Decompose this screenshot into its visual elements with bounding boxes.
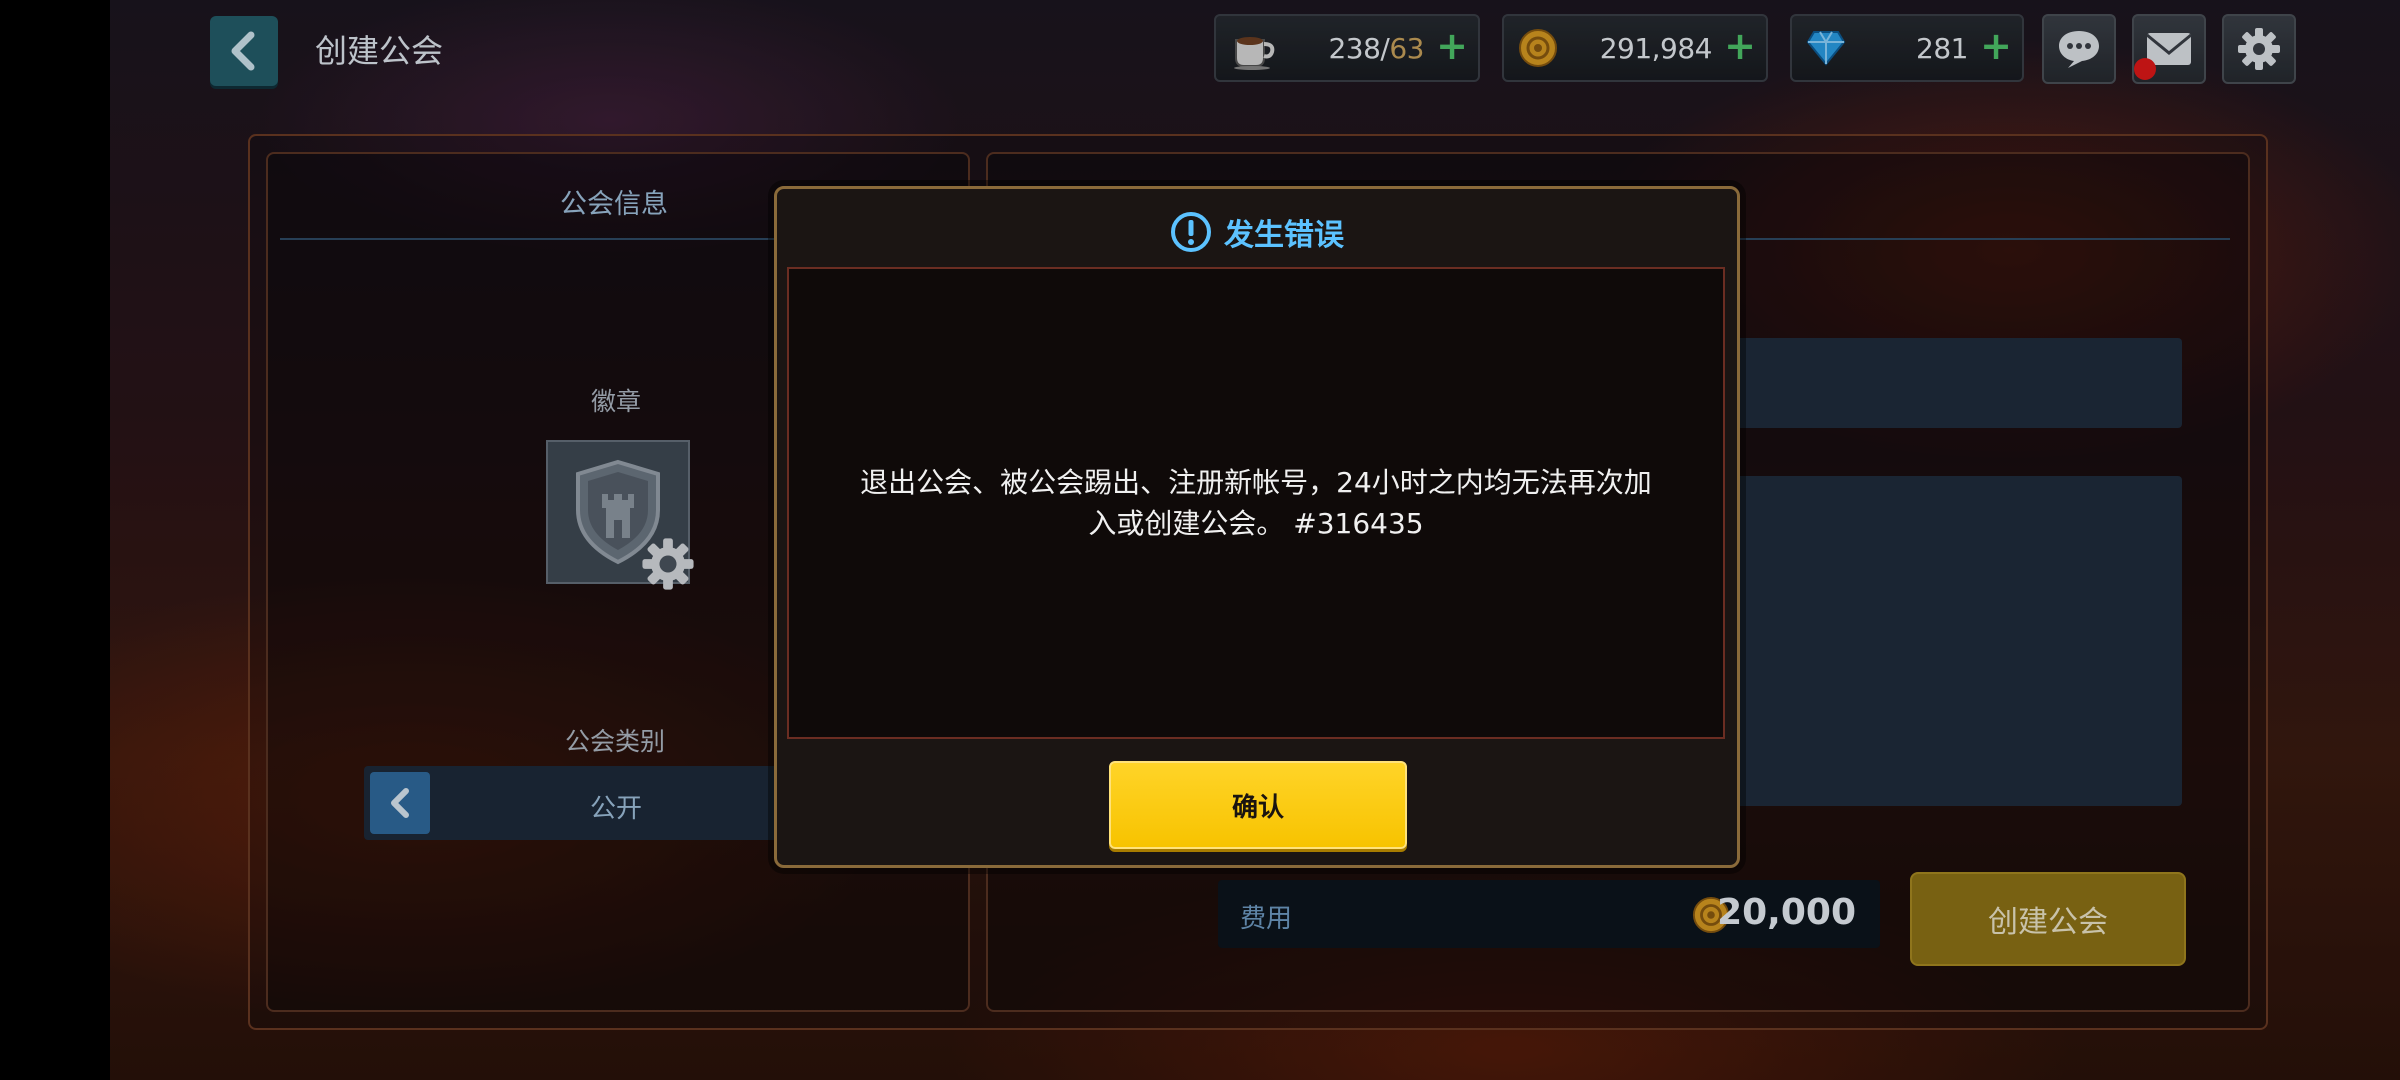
dialog-body: 退出公会、被公会踢出、注册新帐号，24小时之内均无法再次加入或创建公会。 #31… — [787, 267, 1725, 739]
dialog-title: 发生错误 — [1224, 218, 1344, 253]
alert-icon — [1171, 212, 1211, 252]
dialog-message: 退出公会、被公会踢出、注册新帐号，24小时之内均无法再次加入或创建公会。 #31… — [860, 466, 1652, 540]
confirm-button[interactable]: 确认 — [1109, 761, 1407, 849]
error-dialog: 发生错误 退出公会、被公会踢出、注册新帐号，24小时之内均无法再次加入或创建公会… — [774, 186, 1740, 868]
dialog-header: 发生错误 — [777, 207, 1737, 257]
